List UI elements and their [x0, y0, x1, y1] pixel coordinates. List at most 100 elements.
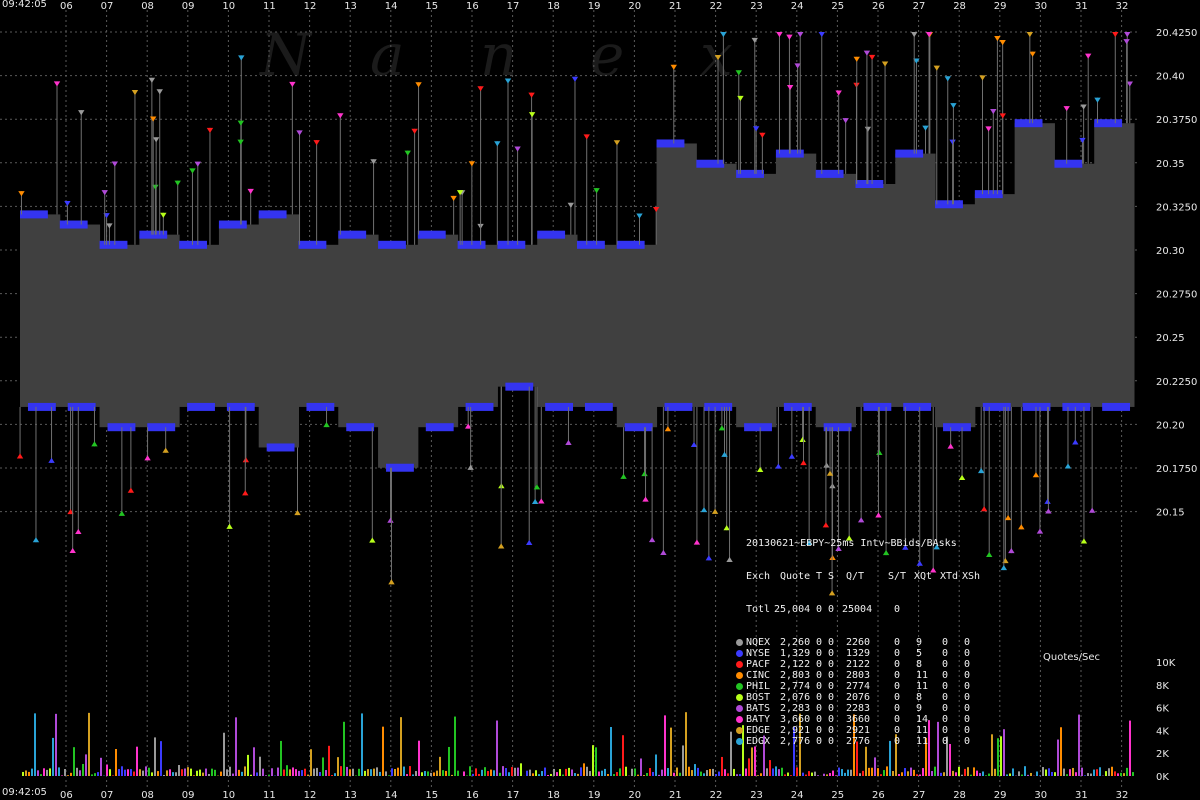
ask-quote-bar	[815, 169, 844, 178]
legend-header-row: Exch Quote T S Q/T S/T XQt XTd XSh	[746, 571, 980, 582]
volume-bar	[877, 768, 879, 776]
legend-cell-xqt: 14	[916, 714, 929, 725]
volume-bar	[1126, 767, 1128, 776]
legend-cell-s: 0	[828, 681, 835, 692]
legend-cell-qt: 2076	[846, 692, 871, 703]
x-tick-label-bottom: 16	[466, 790, 479, 800]
legend-cell-t: 0	[816, 659, 823, 670]
volume-bar	[640, 758, 642, 776]
legend-cell-name: CINC	[746, 670, 771, 681]
quote-marker	[1002, 557, 1009, 564]
volume-bar	[529, 769, 531, 776]
ask-quote-bar	[855, 180, 884, 188]
quote-marker	[16, 453, 24, 459]
volume-bar	[121, 766, 123, 776]
quote-marker	[759, 132, 766, 138]
spread-segment	[139, 234, 180, 428]
volume-bar	[829, 773, 831, 776]
volume-bar	[787, 772, 789, 776]
volume-bar	[439, 756, 441, 776]
volume-bar	[775, 766, 777, 776]
volume-bar	[685, 712, 687, 776]
bid-quote-bar	[147, 423, 176, 432]
legend-cell-name: EDGE	[746, 725, 771, 736]
legend-cell-xqt: 5	[916, 648, 923, 659]
y-tick-label: 20.1750	[1156, 464, 1197, 475]
ask-quote-bar	[258, 210, 287, 219]
volume-bar	[259, 756, 261, 776]
volume-bar	[169, 769, 171, 776]
legend-cell-xqt: 8	[916, 659, 923, 670]
quote-marker	[237, 139, 244, 145]
volume-bar	[394, 769, 396, 776]
quote-marker	[664, 426, 672, 432]
header-qt: Q/T	[846, 571, 865, 582]
quote-marker	[916, 560, 923, 566]
volume-bar	[379, 771, 381, 776]
x-tick-label-top: 22	[710, 1, 723, 12]
volume-bar	[826, 774, 828, 776]
volume-bar	[307, 774, 309, 776]
legend-cell-xtd: 0	[942, 714, 949, 725]
volume-bar	[571, 769, 573, 776]
volume-bar	[154, 737, 156, 776]
x-tick-label-bottom: 24	[791, 790, 804, 800]
legend-cell-s: 0	[828, 659, 835, 670]
spread-segment	[616, 244, 658, 428]
volume-bar	[1120, 772, 1122, 776]
volume-bar	[1066, 774, 1068, 776]
quote-marker	[526, 539, 533, 545]
spread-segment	[815, 173, 856, 428]
x-tick-label-top: 28	[953, 1, 966, 12]
volume-bar	[268, 774, 270, 776]
volume-bar	[1117, 773, 1119, 776]
volume-bar	[655, 754, 657, 776]
volume-bar	[1006, 774, 1008, 776]
volume-y-tick: 4K	[1156, 726, 1169, 737]
legend-cell-xsh: 0	[964, 648, 971, 659]
volume-bar	[40, 774, 42, 776]
quote-marker	[979, 75, 986, 81]
quote-marker	[369, 537, 376, 543]
ask-quote-bar	[497, 240, 526, 249]
volume-bar	[835, 775, 837, 776]
volume-bar	[166, 770, 168, 776]
quote-marker	[1018, 524, 1025, 530]
x-tick-label-bottom: 13	[344, 790, 357, 800]
quote-marker	[786, 34, 793, 40]
legend-cell-xqt: 11	[916, 670, 929, 681]
volume-bar	[418, 740, 420, 776]
volume-bar	[130, 769, 132, 776]
quote-marker	[775, 463, 782, 469]
x-tick-label-top: 24	[791, 1, 804, 12]
volume-bar	[337, 757, 339, 776]
quote-marker	[152, 137, 160, 143]
x-tick-label-bottom: 23	[750, 790, 763, 800]
volume-bar	[661, 769, 663, 776]
quote-marker	[1000, 564, 1008, 571]
x-tick-label-top: 32	[1116, 1, 1129, 12]
volume-bar	[691, 770, 693, 776]
volume-bar	[490, 769, 492, 776]
ask-quote-bar	[1014, 119, 1043, 128]
volume-bar	[382, 726, 384, 776]
legend-cell-xsh: 0	[964, 681, 971, 692]
bid-quote-bar	[1062, 402, 1091, 411]
quote-marker	[514, 146, 521, 152]
volume-bar	[808, 771, 810, 776]
quote-marker	[950, 103, 957, 109]
volume-bar	[313, 768, 315, 776]
volume-bar	[1063, 768, 1065, 776]
volume-bar	[406, 774, 408, 776]
quote-marker	[528, 92, 535, 98]
volume-bar	[541, 771, 543, 776]
volume-bar	[412, 774, 414, 776]
volume-bar	[553, 768, 555, 776]
header-st: S/T	[888, 571, 907, 582]
legend-cell-xsh: 0	[964, 714, 971, 725]
volume-bar	[697, 767, 699, 776]
bid-quote-bar	[584, 402, 613, 411]
x-tick-label-bottom: 32	[1116, 790, 1129, 800]
quote-marker	[565, 439, 572, 446]
volume-bar	[709, 769, 711, 776]
